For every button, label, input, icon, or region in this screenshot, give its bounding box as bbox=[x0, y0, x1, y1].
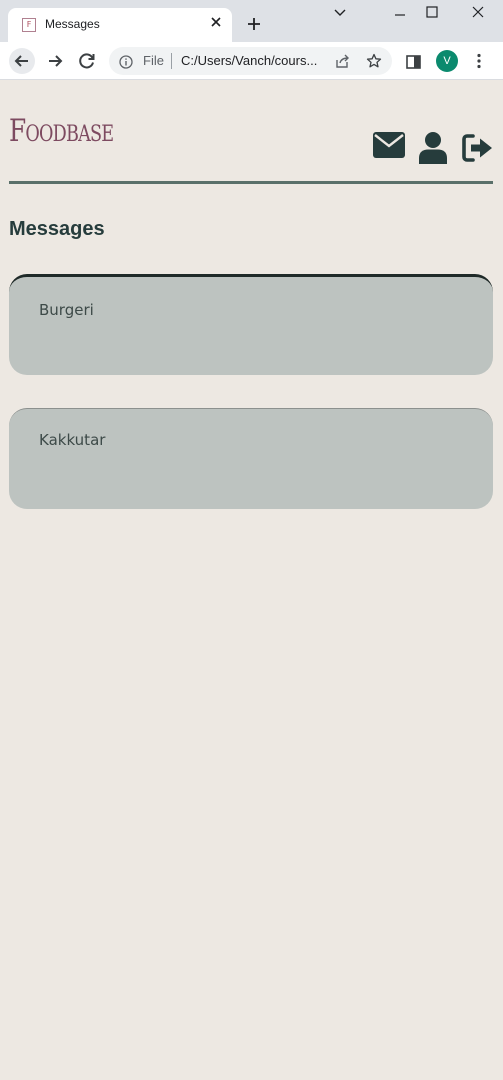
file-label: File bbox=[143, 53, 164, 68]
back-icon[interactable] bbox=[9, 48, 35, 74]
header-divider bbox=[9, 181, 493, 184]
message-card[interactable]: Kakkutar bbox=[9, 408, 493, 509]
logout-icon[interactable] bbox=[462, 134, 494, 162]
browser-tab[interactable]: F Messages bbox=[8, 8, 232, 42]
minimize-icon[interactable] bbox=[385, 4, 415, 26]
tab-title: Messages bbox=[45, 17, 100, 31]
message-card[interactable]: Burgeri bbox=[9, 274, 493, 375]
forward-icon[interactable] bbox=[42, 48, 68, 74]
favicon-icon: F bbox=[22, 18, 36, 32]
reload-icon[interactable] bbox=[74, 48, 100, 74]
maximize-icon[interactable] bbox=[417, 4, 447, 26]
mail-icon[interactable] bbox=[373, 132, 405, 158]
browser-toolbar: File C:/Users/Vanch/cours... V bbox=[0, 42, 503, 80]
address-bar[interactable]: File C:/Users/Vanch/cours... bbox=[109, 47, 392, 75]
address-separator bbox=[171, 53, 172, 69]
new-tab-icon[interactable] bbox=[244, 14, 264, 34]
page-content: Foodbase Messages Burgeri Kakkutar bbox=[1, 80, 502, 1079]
menu-kebab-icon[interactable] bbox=[472, 53, 486, 69]
page-title: Messages bbox=[9, 218, 105, 240]
info-icon[interactable] bbox=[119, 54, 133, 69]
browser-titlebar: F Messages bbox=[0, 0, 503, 42]
message-card-label: Kakkutar bbox=[39, 431, 106, 449]
app-logo[interactable]: Foodbase bbox=[9, 113, 114, 149]
tab-search-icon[interactable] bbox=[325, 4, 355, 26]
profile-avatar[interactable]: V bbox=[436, 50, 458, 72]
bookmark-star-icon[interactable] bbox=[366, 53, 382, 69]
url-text[interactable]: C:/Users/Vanch/cours... bbox=[181, 53, 327, 68]
message-card-label: Burgeri bbox=[39, 301, 94, 319]
share-icon[interactable] bbox=[334, 53, 350, 69]
side-panel-icon[interactable] bbox=[406, 54, 421, 69]
window-close-icon[interactable] bbox=[463, 4, 493, 26]
tab-close-icon[interactable] bbox=[208, 14, 224, 32]
user-icon[interactable] bbox=[419, 132, 447, 164]
